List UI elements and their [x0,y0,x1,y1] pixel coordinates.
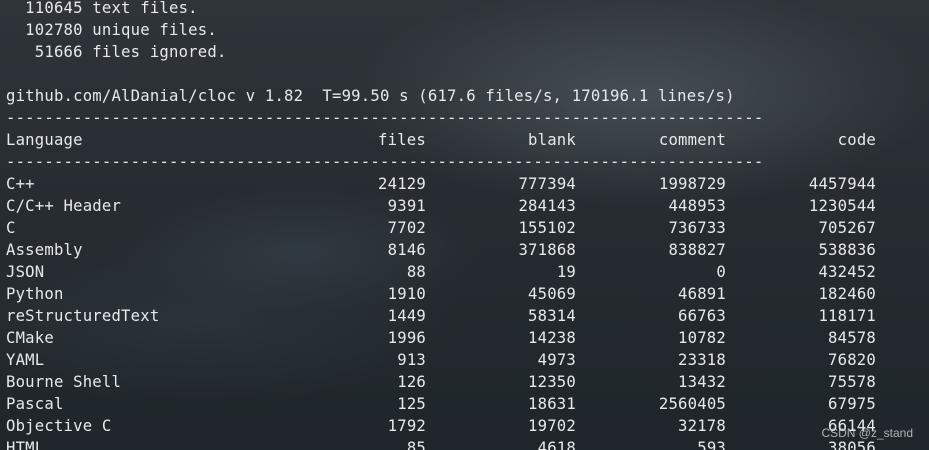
separator-header: ----------------------------------------… [6,153,764,171]
cell-code: 76820 [828,351,876,369]
cell-code: 4457944 [808,175,876,193]
column-header-files: files [378,131,426,149]
table-row: Bourne Shell 126 12350 13432 75578 [6,371,876,393]
table-header: Language files blank comment code [6,129,876,151]
cell-language: HTML [6,439,45,450]
cell-comment: 32178 [678,417,726,435]
table-row: C 7702 155102 736733 705267 [6,217,876,239]
table-row: HTML 85 4618 593 38056 [6,437,876,450]
cell-files: 913 [397,351,426,369]
cell-comment: 448953 [668,197,726,215]
cell-comment: 593 [697,439,726,450]
cell-code: 705267 [818,219,876,237]
cell-language: YAML [6,351,45,369]
cell-language: reStructuredText [6,307,160,325]
table-row: Assembly 8146 371868 838827 538836 [6,239,876,261]
cell-code: 1230544 [808,197,876,215]
cell-files: 24129 [378,175,426,193]
cell-files: 7702 [387,219,426,237]
cell-comment: 736733 [668,219,726,237]
terminal-output: 110645 text files. 102780 unique files. … [6,0,876,450]
cell-files: 126 [397,373,426,391]
cell-code: 432452 [818,263,876,281]
column-header-comment: comment [658,131,726,149]
column-header-code: code [837,131,876,149]
column-header-language: Language [6,131,83,149]
cell-language: CMake [6,329,54,347]
cell-comment: 838827 [668,241,726,259]
cell-blank: 58314 [528,307,576,325]
summary-text-files: 110645 text files. [6,0,198,17]
cell-code: 538836 [818,241,876,259]
table-row: C++ 24129 777394 1998729 4457944 [6,173,876,195]
cell-files: 1996 [387,329,426,347]
column-header-blank: blank [528,131,576,149]
cell-code: 75578 [828,373,876,391]
cell-files: 88 [406,263,426,281]
cell-language: Pascal [6,395,64,413]
table-row: Pascal 125 18631 2560405 67975 [6,393,876,415]
summary-unique-files: 102780 unique files. [6,21,217,39]
cell-code: 67975 [828,395,876,413]
cell-blank: 4973 [537,351,576,369]
table-row: Objective C 1792 19702 32178 66144 [6,415,876,437]
cell-language: JSON [6,263,45,281]
cell-blank: 4618 [537,439,576,450]
cell-files: 125 [397,395,426,413]
cell-language: C/C++ Header [6,197,122,215]
watermark-text: CSDN @z_stand [821,426,913,440]
cell-blank: 12350 [528,373,576,391]
table-row: YAML 913 4973 23318 76820 [6,349,876,371]
table-row: C/C++ Header 9391 284143 448953 1230544 [6,195,876,217]
cell-blank: 19702 [528,417,576,435]
cell-comment: 23318 [678,351,726,369]
cell-language: C++ [6,175,35,193]
cell-language: Bourne Shell [6,373,122,391]
separator-top: ----------------------------------------… [6,109,764,127]
cell-code: 118171 [818,307,876,325]
cell-code: 84578 [828,329,876,347]
cell-code: 182460 [818,285,876,303]
summary-files-ignored: 51666 files ignored. [6,43,227,61]
cell-comment: 0 [716,263,726,281]
cell-comment: 13432 [678,373,726,391]
cell-files: 1910 [387,285,426,303]
cell-comment: 2560405 [658,395,726,413]
cell-blank: 18631 [528,395,576,413]
cell-language: C [6,219,16,237]
cell-files: 85 [406,439,426,450]
cell-comment: 1998729 [658,175,726,193]
cell-blank: 19 [556,263,576,281]
cell-blank: 45069 [528,285,576,303]
cell-comment: 10782 [678,329,726,347]
cell-blank: 14238 [528,329,576,347]
cell-blank: 371868 [518,241,576,259]
cell-files: 1449 [387,307,426,325]
cell-language: Assembly [6,241,83,259]
cell-comment: 66763 [678,307,726,325]
cell-blank: 777394 [518,175,576,193]
cell-blank: 155102 [518,219,576,237]
table-row: Python 1910 45069 46891 182460 [6,283,876,305]
cell-blank: 284143 [518,197,576,215]
cell-comment: 46891 [678,285,726,303]
cell-language: Python [6,285,64,303]
table-row: reStructuredText 1449 58314 66763 118171 [6,305,876,327]
cell-files: 9391 [387,197,426,215]
table-row: JSON 88 19 0 432452 [6,261,876,283]
cell-language: Objective C [6,417,112,435]
table-row: CMake 1996 14238 10782 84578 [6,327,876,349]
cloc-header-line: github.com/AlDanial/cloc v 1.82 T=99.50 … [6,87,735,105]
cell-files: 1792 [387,417,426,435]
cell-files: 8146 [387,241,426,259]
